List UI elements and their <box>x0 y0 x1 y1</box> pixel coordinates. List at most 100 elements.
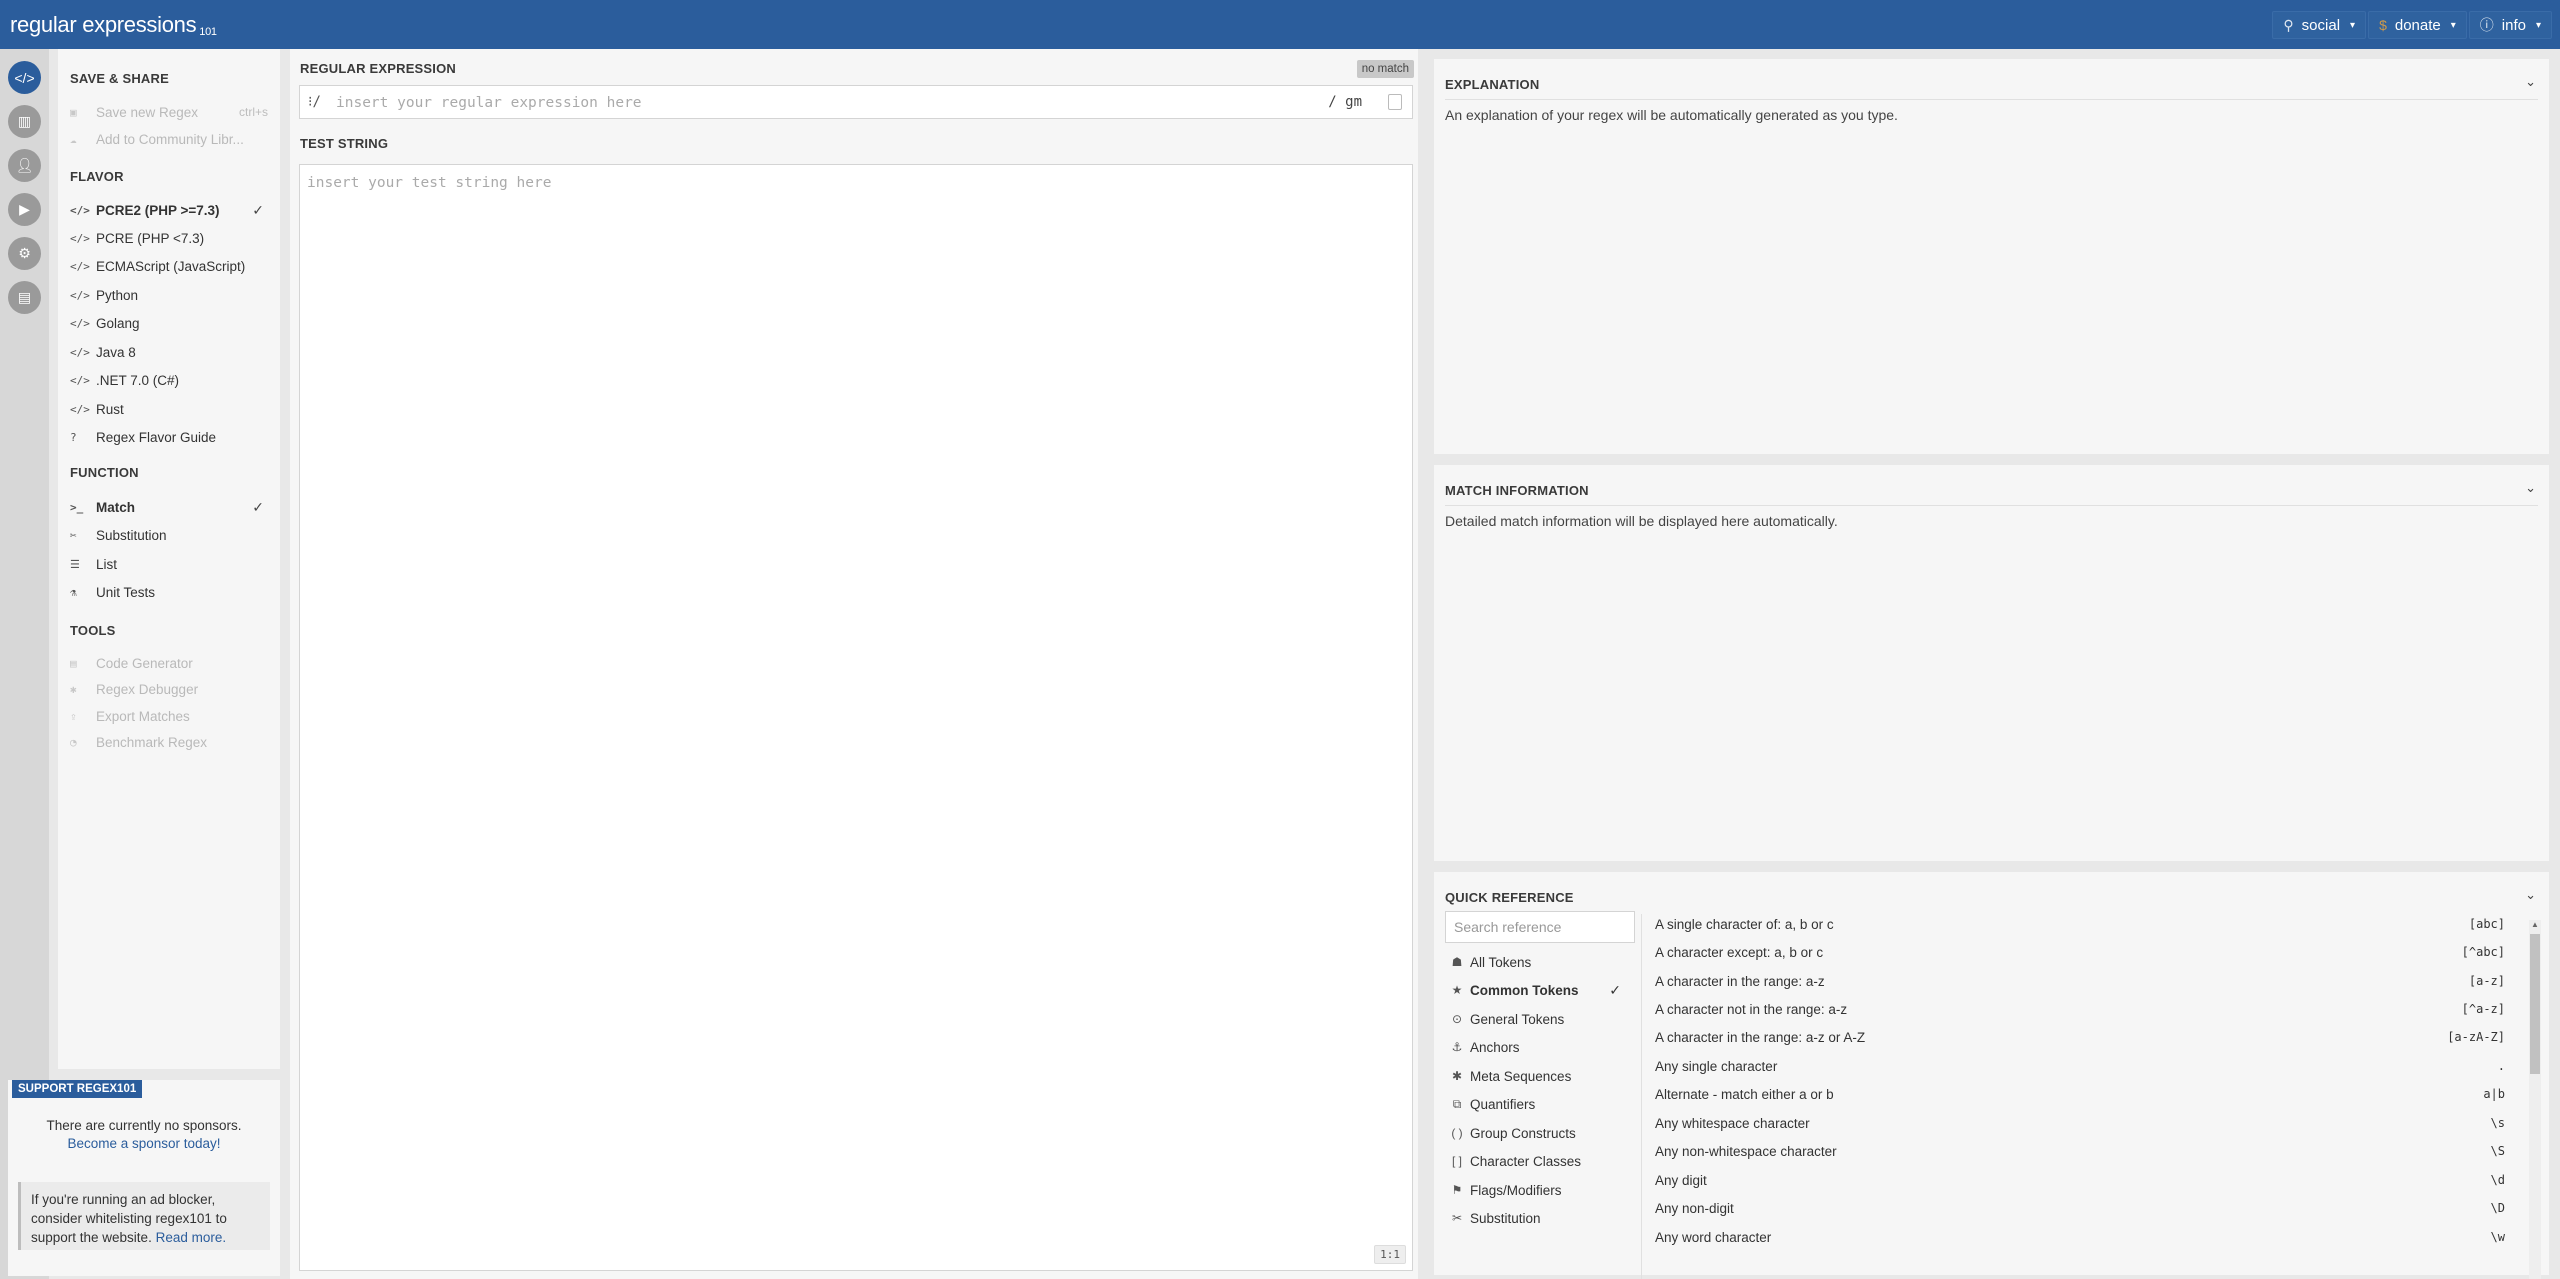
token-row[interactable]: Any single character . <box>1655 1052 2509 1080</box>
category-group-constructs[interactable]: ( ) Group Constructs <box>1445 1119 1635 1147</box>
tool-benchmark-regex[interactable]: ◔ Benchmark Regex <box>70 729 268 755</box>
logo[interactable]: regular expressions 101 <box>10 12 217 38</box>
token-row[interactable]: Any non-whitespace character \S <box>1655 1137 2509 1165</box>
add-to-community-button[interactable]: ☁ Add to Community Libr... <box>70 126 268 152</box>
category-general-tokens[interactable]: ⊙ General Tokens <box>1445 1005 1635 1033</box>
category-anchors[interactable]: ⚓ Anchors <box>1445 1033 1635 1061</box>
search-reference-input[interactable] <box>1445 911 1635 943</box>
divider <box>1641 914 1642 1279</box>
test-string-input[interactable] <box>300 165 1412 1270</box>
regex-flavor-guide-link[interactable]: ? Regex Flavor Guide <box>70 424 268 450</box>
social-button[interactable]: ⚲ social ▾ <box>2272 11 2367 39</box>
chevron-down-icon[interactable]: ⌄ <box>2525 480 2536 496</box>
reference-scrollbar[interactable]: ▲ <box>2529 920 2541 1279</box>
user-icon[interactable]: 👤︎ <box>8 149 41 182</box>
token-row[interactable]: A character not in the range: a-z [^a-z] <box>1655 995 2509 1023</box>
regex-flags-button[interactable]: / gm <box>1328 94 1362 110</box>
function-list[interactable]: ☰ List <box>70 551 268 577</box>
divider <box>1445 505 2538 506</box>
top-bar: regular expressions 101 ⚲ social ▾ $ dona… <box>0 0 2560 49</box>
logo-main: regular <box>10 12 77 37</box>
settings-gear-icon[interactable]: ⚙ <box>8 237 41 270</box>
category-all-tokens[interactable]: ☗ All Tokens <box>1445 948 1635 976</box>
flavor-golang[interactable]: </> Golang <box>70 310 268 336</box>
token-row[interactable]: Any word character \w <box>1655 1223 2509 1251</box>
flavor-python[interactable]: </> Python <box>70 282 268 308</box>
bug-icon: ✱ <box>70 682 77 696</box>
scissors-icon: ✂ <box>70 528 77 542</box>
match-information-heading: MATCH INFORMATION <box>1445 483 1589 498</box>
token-description: Any single character <box>1655 1058 1778 1074</box>
flavor-dotnet[interactable]: </> .NET 7.0 (C#) <box>70 367 268 393</box>
regex-input[interactable] <box>336 92 1286 114</box>
logo-number: 101 <box>199 26 217 38</box>
category-meta-sequences[interactable]: ✱ Meta Sequences <box>1445 1062 1635 1090</box>
category-flags-modifiers[interactable]: ⚑ Flags/Modifiers <box>1445 1176 1635 1204</box>
chevron-down-icon: ▾ <box>2450 19 2456 31</box>
category-label: General Tokens <box>1470 1011 1565 1027</box>
copy-icon[interactable] <box>1388 94 1402 110</box>
info-button[interactable]: ⓘ info ▾ <box>2468 11 2552 39</box>
category-label: Flags/Modifiers <box>1470 1182 1562 1198</box>
chat-icon[interactable]: ▤ <box>8 281 41 314</box>
function-unit-tests[interactable]: ⚗ Unit Tests <box>70 579 268 605</box>
flavor-label: Python <box>96 287 139 303</box>
tool-code-generator[interactable]: ▤ Code Generator <box>70 650 268 676</box>
token-description: A single character of: a, b or c <box>1655 916 1834 932</box>
flavor-guide-label: Regex Flavor Guide <box>96 429 217 445</box>
editor-code-icon[interactable]: </> <box>8 61 41 94</box>
save-new-regex-button[interactable]: ▣ Save new Regex ctrl+s <box>70 99 268 125</box>
chevron-down-icon[interactable]: ⌄ <box>2525 74 2536 90</box>
category-label: Quantifiers <box>1470 1096 1536 1112</box>
flavor-label: PCRE (PHP <7.3) <box>96 230 205 246</box>
flavor-pcre2[interactable]: </> PCRE2 (PHP >=7.3) ✓ <box>70 197 268 223</box>
flavor-label: Java 8 <box>96 344 136 360</box>
category-icon: ( ) <box>1451 1126 1463 1140</box>
flavor-label: ECMAScript (JavaScript) <box>96 258 246 274</box>
token-row[interactable]: A character in the range: a-z or A-Z [a-… <box>1655 1023 2509 1051</box>
become-sponsor-link[interactable]: Become a sponsor today! <box>8 1136 280 1151</box>
token-code: \s <box>2490 1116 2505 1130</box>
token-row[interactable]: Any digit \d <box>1655 1166 2509 1194</box>
token-row[interactable]: Alternate - match either a or b a|b <box>1655 1080 2509 1108</box>
token-description: Any non-whitespace character <box>1655 1143 1837 1159</box>
tool-regex-debugger[interactable]: ✱ Regex Debugger <box>70 676 268 702</box>
ratio-indicator[interactable]: 1:1 <box>1374 1245 1406 1264</box>
tool-export-matches[interactable]: ⇪ Export Matches <box>70 703 268 729</box>
category-icon: ⧉ <box>1452 1096 1462 1111</box>
regex-delimiter-button[interactable]: ⁝/ <box>308 94 321 110</box>
function-substitution[interactable]: ✂ Substitution <box>70 522 268 548</box>
token-row[interactable]: A character except: a, b or c [^abc] <box>1655 938 2509 966</box>
category-label: All Tokens <box>1470 954 1532 970</box>
category-common-tokens[interactable]: ★ Common Tokens ✓ <box>1445 976 1635 1004</box>
token-row[interactable]: Any non-digit \D <box>1655 1194 2509 1222</box>
donate-label: donate <box>2394 16 2441 34</box>
category-label: Anchors <box>1470 1039 1520 1055</box>
scroll-up-icon[interactable]: ▲ <box>2530 920 2540 929</box>
flask-icon: ⚗ <box>70 585 77 599</box>
token-row[interactable]: Any whitespace character \s <box>1655 1109 2509 1137</box>
function-match[interactable]: >_ Match ✓ <box>70 494 268 520</box>
category-substitution[interactable]: ✂ Substitution <box>1445 1204 1635 1232</box>
token-code: [^a-z] <box>2461 1002 2505 1016</box>
token-description: Any word character <box>1655 1229 1772 1245</box>
token-row[interactable]: A single character of: a, b or c [abc] <box>1655 910 2509 938</box>
video-icon[interactable]: ▶ <box>8 193 41 226</box>
token-code: [abc] <box>2468 917 2505 931</box>
token-description: A character not in the range: a-z <box>1655 1001 1848 1017</box>
donate-button[interactable]: $ donate ▾ <box>2368 11 2467 39</box>
flavor-java[interactable]: </> Java 8 <box>70 339 268 365</box>
flavor-pcre[interactable]: </> PCRE (PHP <7.3) <box>70 225 268 251</box>
category-quantifiers[interactable]: ⧉ Quantifiers <box>1445 1090 1635 1118</box>
flavor-rust[interactable]: </> Rust <box>70 396 268 422</box>
read-more-link[interactable]: Read more. <box>156 1230 227 1245</box>
token-code: \d <box>2490 1173 2505 1187</box>
chevron-down-icon[interactable]: ⌄ <box>2525 887 2536 903</box>
match-status-badge: no match <box>1356 60 1414 78</box>
token-code: \S <box>2490 1144 2505 1158</box>
library-icon[interactable]: ▥ <box>8 105 41 138</box>
scrollbar-thumb[interactable] <box>2530 934 2540 1074</box>
flavor-ecmascript[interactable]: </> ECMAScript (JavaScript) <box>70 253 268 279</box>
category-character-classes[interactable]: [ ] Character Classes <box>1445 1147 1635 1175</box>
token-row[interactable]: A character in the range: a-z [a-z] <box>1655 967 2509 995</box>
